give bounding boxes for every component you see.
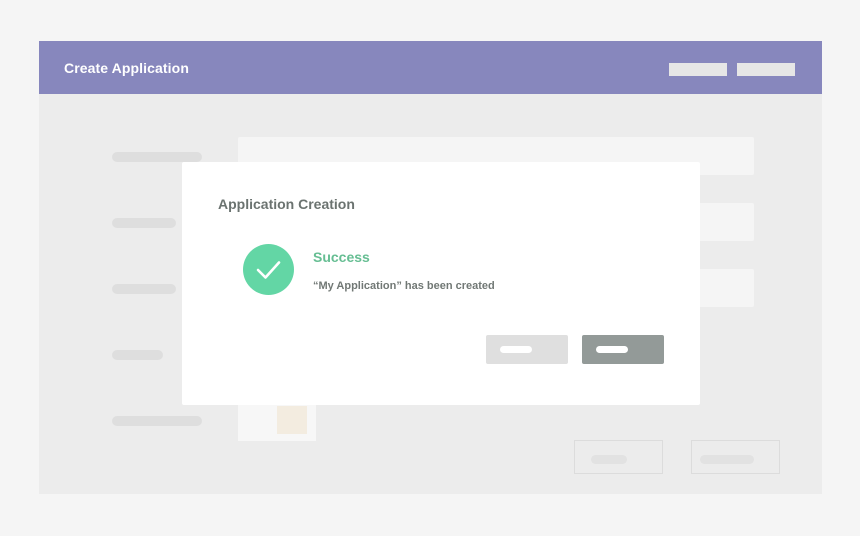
form-label-placeholder: [112, 218, 176, 228]
header-bar: Create Application: [39, 41, 822, 94]
color-swatch: [277, 406, 307, 434]
status-message: “My Application” has been created: [313, 280, 495, 292]
form-button-placeholder[interactable]: [574, 440, 663, 474]
form-label-placeholder: [112, 152, 202, 162]
header-action-button-2[interactable]: [737, 63, 795, 76]
form-label-placeholder: [112, 416, 202, 426]
success-dialog: Application Creation Success “My Applica…: [182, 162, 700, 405]
header-action-button-1[interactable]: [669, 63, 727, 76]
form-label-placeholder: [112, 350, 163, 360]
check-circle-icon: [243, 244, 294, 295]
window-title: Create Application: [64, 60, 189, 76]
dialog-title: Application Creation: [218, 196, 355, 212]
form-button-placeholder[interactable]: [691, 440, 780, 474]
status-title: Success: [313, 249, 370, 265]
dialog-secondary-button[interactable]: [486, 335, 568, 364]
dialog-primary-button[interactable]: [582, 335, 664, 364]
form-label-placeholder: [112, 284, 176, 294]
